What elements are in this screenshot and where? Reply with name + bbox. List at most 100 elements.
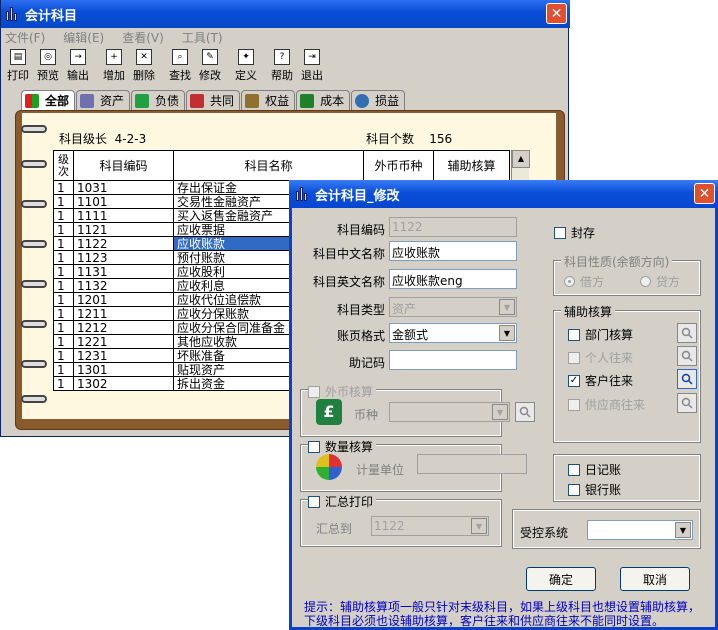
main-close-button[interactable]: ✕ <box>546 3 567 24</box>
binder-ring <box>21 360 47 368</box>
column-header-currency[interactable]: 外币币种 <box>363 150 434 181</box>
table-cell-level: 1 <box>53 250 74 265</box>
format-label: 账页格式 <box>336 329 385 343</box>
tab-equity[interactable]: 权益 <box>241 90 296 110</box>
dialog-title-bar[interactable]: 会计科目_修改 ✕ <box>289 180 718 208</box>
control-label: 受控系统 <box>520 526 569 540</box>
journal-checkbox[interactable]: 日记账 <box>568 461 621 478</box>
tab-assets-label: 资产 <box>100 94 125 108</box>
search-icon <box>519 406 531 418</box>
foreign-currency-checkbox[interactable]: 外币核算 <box>308 383 377 400</box>
table-cell-code: 1123 <box>73 250 174 265</box>
preview-icon: ◎ <box>40 49 56 65</box>
export-button[interactable]: → 输出 <box>63 48 93 84</box>
format-value: 金额式 <box>392 328 429 342</box>
mnemonic-field[interactable] <box>389 350 517 370</box>
delete-icon: ✕ <box>136 49 152 65</box>
print-label: 打印 <box>7 69 29 82</box>
chevron-down-icon: ▼ <box>492 404 508 420</box>
currency-label: 币种 <box>353 408 378 422</box>
help-button[interactable]: ? 帮助 <box>267 48 297 84</box>
cn-name-field[interactable]: 应收账款 <box>389 241 517 261</box>
table-cell-level: 1 <box>53 362 74 377</box>
menu-file[interactable]: 文件(F) <box>5 29 45 46</box>
cancel-button[interactable]: 取消 <box>620 567 690 591</box>
dialog-title: 会计科目_修改 <box>315 188 400 204</box>
chevron-down-icon[interactable]: ▼ <box>675 522 691 538</box>
bank-checkbox[interactable]: 银行账 <box>568 481 621 498</box>
main-title-bar[interactable]: 会计科目 ✕ <box>1 0 570 28</box>
aux-dept-search-button[interactable] <box>677 323 697 343</box>
binder-ring <box>21 200 47 208</box>
currency-search-button[interactable] <box>515 402 535 422</box>
scroll-up-icon[interactable]: ▲ <box>512 150 530 168</box>
pie-chart-icon <box>316 454 342 480</box>
code-field: 1122 <box>389 217 517 237</box>
code-label: 科目编码 <box>336 223 385 237</box>
sealed-checkbox[interactable]: 封存 <box>554 224 595 241</box>
aux-supplier-search-button[interactable] <box>677 393 697 413</box>
credit-radio[interactable]: 贷方 <box>640 273 680 290</box>
format-select[interactable]: 金额式 ▼ <box>389 323 517 343</box>
debit-radio[interactable]: 借方 <box>564 273 604 290</box>
tab-cost-label: 成本 <box>320 94 345 108</box>
tab-profit-loss[interactable]: 损益 <box>351 90 406 110</box>
dialog-close-button[interactable]: ✕ <box>694 183 715 204</box>
modify-button[interactable]: ✎ 修改 <box>195 48 225 84</box>
preview-button[interactable]: ◎ 预览 <box>33 48 63 84</box>
search-icon <box>681 397 693 409</box>
aux-personal-search-button[interactable] <box>677 346 697 366</box>
print-button[interactable]: ▤ 打印 <box>3 48 33 84</box>
tab-common[interactable]: 共同 <box>186 90 241 110</box>
chevron-down-icon[interactable]: ▼ <box>499 325 515 341</box>
column-header-code[interactable]: 科目编码 <box>73 150 174 181</box>
delete-button[interactable]: ✕ 删除 <box>129 48 159 84</box>
delete-label: 删除 <box>133 69 155 82</box>
modify-icon: ✎ <box>202 49 218 65</box>
summary-to-value: 1122 <box>374 519 405 533</box>
define-button[interactable]: ✦ 定义 <box>231 48 261 84</box>
aux-supplier-checkbox[interactable]: 供应商往来 <box>568 396 645 413</box>
tab-liabilities[interactable]: 负债 <box>131 90 186 110</box>
column-header-name[interactable]: 科目名称 <box>173 150 364 181</box>
quantity-checkbox[interactable]: 数量核算 <box>308 438 377 455</box>
level-info: 科目级长 4-2-3 <box>59 130 146 147</box>
table-cell-code: 1212 <box>73 320 174 335</box>
table-cell-level: 1 <box>53 180 74 195</box>
find-button[interactable]: ⌕ 查找 <box>165 48 195 84</box>
en-name-field[interactable]: 应收账款eng <box>389 269 517 289</box>
control-select[interactable]: ▼ <box>587 520 693 540</box>
table-cell-code: 1122 <box>73 236 174 251</box>
table-cell-code: 1101 <box>73 194 174 209</box>
aux-customer-checkbox[interactable]: ✓ 客户往来 <box>568 372 633 389</box>
journal-label: 日记账 <box>585 463 622 477</box>
help-icon: ? <box>274 49 290 65</box>
column-header-aux[interactable]: 辅助核算 <box>433 150 510 181</box>
column-header-level[interactable]: 级次 <box>53 150 74 181</box>
aux-personal-checkbox[interactable]: 个人往来 <box>568 349 633 366</box>
count-label: 科目个数 <box>366 132 415 146</box>
binder-ring <box>21 240 47 248</box>
unit-field <box>417 454 527 474</box>
tab-all[interactable]: 全部 <box>21 90 76 110</box>
ok-button[interactable]: 确定 <box>526 567 596 591</box>
add-button[interactable]: + 增加 <box>99 48 129 84</box>
summary-to-select: 1122 ▼ <box>371 516 489 536</box>
summary-print-checkbox[interactable]: 汇总打印 <box>308 493 377 510</box>
exit-button[interactable]: ⇥ 退出 <box>297 48 327 84</box>
binder-ring <box>21 280 47 288</box>
type-select: 资产 ▼ <box>389 297 517 317</box>
tab-liabilities-label: 负债 <box>155 94 180 108</box>
table-cell-code: 1031 <box>73 180 174 195</box>
table-cell-level: 1 <box>53 208 74 223</box>
menu-view[interactable]: 查看(V) <box>122 29 164 46</box>
search-icon <box>681 373 693 385</box>
aux-dept-checkbox[interactable]: 部门核算 <box>568 326 633 343</box>
tab-assets[interactable]: 资产 <box>76 90 131 110</box>
menu-tools[interactable]: 工具(T) <box>182 29 223 46</box>
debit-label: 借方 <box>580 275 605 289</box>
tab-cost[interactable]: 成本 <box>296 90 351 110</box>
aux-customer-search-button[interactable] <box>677 369 697 389</box>
aux-customer-label: 客户往来 <box>585 374 634 388</box>
menu-edit[interactable]: 编辑(E) <box>63 29 104 46</box>
